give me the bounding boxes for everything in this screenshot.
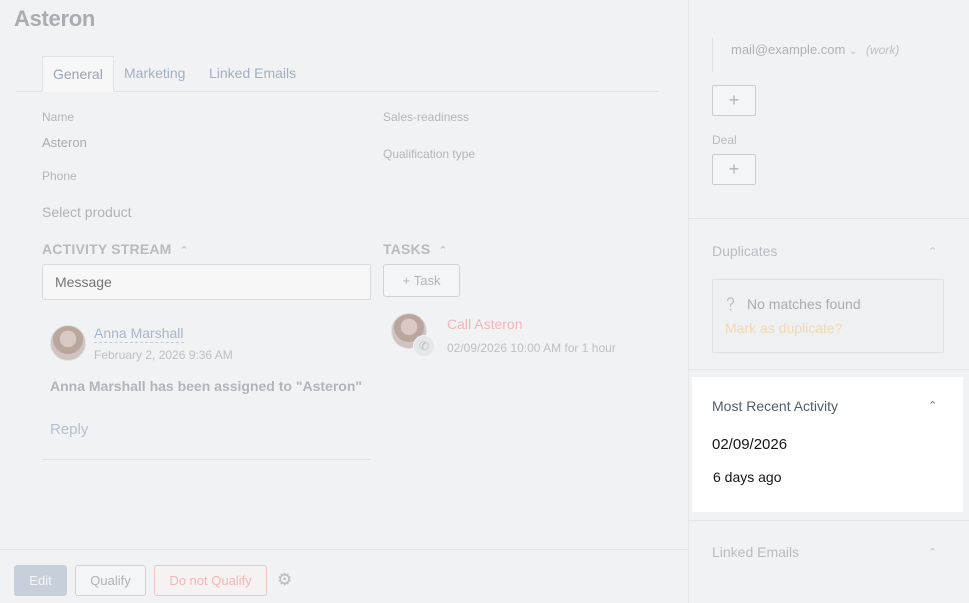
author-name[interactable]: Anna Marshall — [94, 325, 184, 343]
tab-marketing[interactable]: Marketing — [124, 56, 185, 92]
divider — [42, 459, 371, 460]
recent-activity-ago: 6 days ago — [713, 469, 782, 485]
do-not-qualify-button[interactable]: Do not Qualify — [154, 565, 267, 596]
tab-bar: General Marketing Linked Emails — [16, 56, 659, 92]
select-product-link[interactable]: Select product — [42, 204, 132, 220]
chevron-up-icon[interactable]: ⌃ — [180, 244, 189, 257]
add-deal-button[interactable]: + — [712, 154, 756, 185]
no-matches-text: No matches found — [747, 296, 861, 312]
reply-link[interactable]: Reply — [50, 421, 88, 438]
activity-text: Anna Marshall has been assigned to "Aste… — [50, 378, 363, 394]
divider — [688, 520, 969, 521]
linked-emails-title: Linked Emails — [712, 544, 800, 560]
qualify-button[interactable]: Qualify — [75, 565, 146, 596]
main-panel: Asteron General Marketing Linked Emails … — [0, 0, 688, 603]
name-label: Name — [42, 110, 75, 124]
tab-general[interactable]: General — [42, 56, 114, 92]
recent-activity-date: 02/09/2026 — [712, 436, 788, 453]
add-task-button[interactable]: + Task — [383, 264, 460, 297]
duplicates-title: Duplicates — [712, 243, 778, 259]
phone-label: Phone — [42, 169, 77, 183]
chevron-up-icon[interactable]: ⌃ — [928, 399, 937, 412]
name-value[interactable]: Asteron — [42, 135, 87, 150]
deal-label: Deal — [712, 133, 737, 147]
plus-icon: + — [402, 273, 411, 288]
phone-icon: ✆ — [413, 335, 435, 357]
chevron-up-icon[interactable]: ⌃ — [438, 244, 447, 257]
mark-duplicate-link[interactable]: Mark as duplicate? — [725, 320, 843, 336]
most-recent-activity-title: Most Recent Activity — [712, 398, 839, 414]
message-input[interactable] — [42, 264, 371, 300]
email-type: (work) — [866, 43, 900, 57]
qualification-type-label: Qualification type — [383, 147, 476, 161]
email-value[interactable]: mail@example.com ⌄ — [731, 42, 857, 57]
divider — [688, 218, 969, 219]
author-link[interactable]: Anna Marshall — [94, 325, 184, 343]
most-recent-activity-card: Most Recent Activity ⌃ 02/09/2026 6 days… — [692, 377, 963, 512]
avatar[interactable] — [50, 325, 86, 361]
chevron-down-icon[interactable]: ⌄ — [849, 46, 857, 57]
chevron-up-icon[interactable]: ⌃ — [928, 546, 937, 559]
tab-linked-emails[interactable]: Linked Emails — [209, 56, 296, 92]
task-title-link[interactable]: Call Asteron — [447, 316, 522, 332]
tasks-heading[interactable]: TASKS ⌃ — [383, 241, 448, 257]
action-bar: Edit Qualify Do not Qualify ⚙ — [0, 549, 688, 603]
sales-readiness-label: Sales-readiness — [383, 110, 470, 124]
divider — [688, 369, 969, 370]
gear-icon[interactable]: ⚙ — [277, 571, 292, 589]
email-address[interactable]: mail@example.com — [731, 42, 845, 57]
activity-stream-heading[interactable]: ACTIVITY STREAM ⌃ — [42, 241, 189, 257]
task-when: 02/09/2026 10:00 AM for 1 hour — [447, 341, 616, 355]
add-task-label: Task — [413, 273, 441, 288]
chevron-up-icon[interactable]: ⌃ — [928, 245, 937, 258]
add-contact-button[interactable]: + — [712, 85, 756, 116]
activity-stream-title: ACTIVITY STREAM — [42, 241, 172, 257]
activity-timestamp: February 2, 2026 9:36 AM — [94, 348, 233, 362]
tasks-title: TASKS — [383, 241, 431, 257]
duplicates-box — [712, 279, 944, 353]
edit-button[interactable]: Edit — [14, 565, 67, 596]
question-icon — [724, 296, 737, 315]
page-title: Asteron — [14, 6, 96, 31]
